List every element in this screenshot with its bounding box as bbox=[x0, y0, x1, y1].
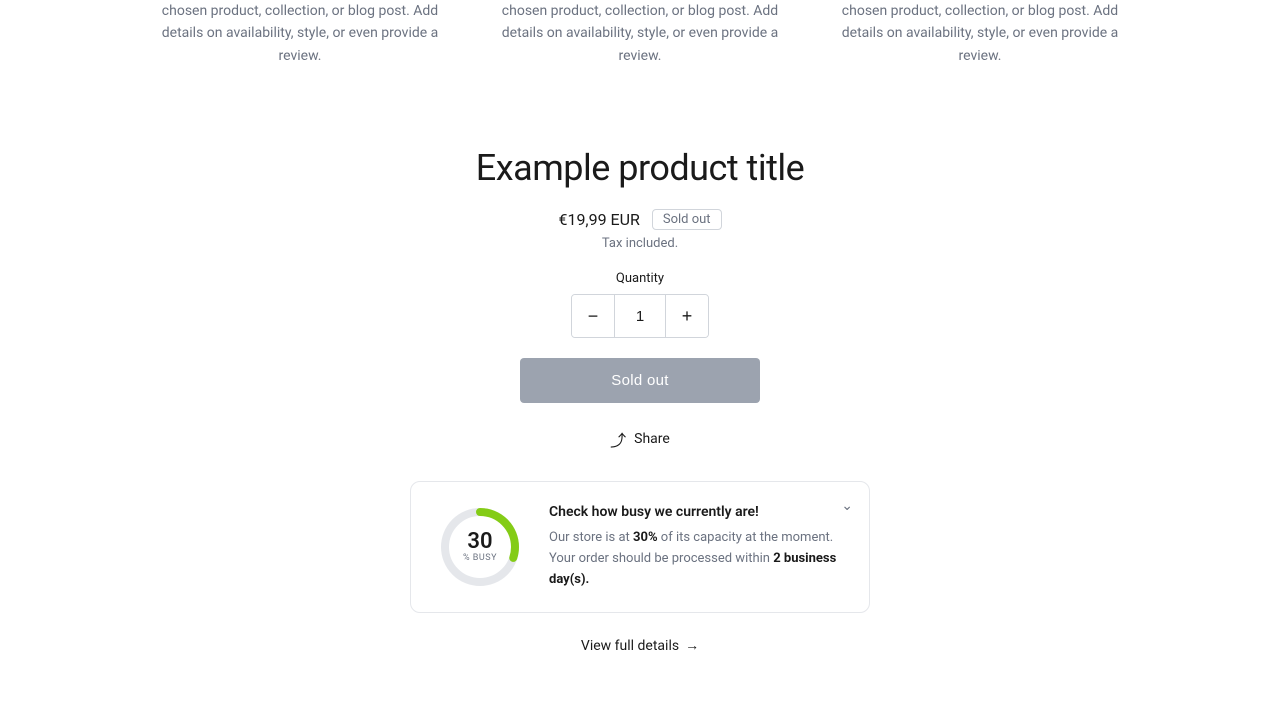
busy-percent-sub: % BUSY bbox=[463, 554, 497, 564]
quantity-input[interactable] bbox=[614, 295, 666, 337]
sold-out-badge: Sold out bbox=[652, 209, 722, 230]
busy-desc-prefix: Our store is at bbox=[549, 530, 633, 545]
donut-label: 30 % BUSY bbox=[463, 530, 497, 564]
decrease-quantity-button[interactable]: − bbox=[572, 295, 614, 337]
quantity-stepper[interactable]: − + bbox=[571, 294, 709, 338]
busy-desc-bold1: 30% bbox=[633, 530, 658, 545]
sold-out-button: Sold out bbox=[520, 358, 760, 403]
busy-text-content: Check how busy we currently are! Our sto… bbox=[549, 504, 845, 590]
description-col-3: chosen product, collection, or blog post… bbox=[810, 0, 1150, 67]
description-col-1: chosen product, collection, or blog post… bbox=[130, 0, 470, 67]
product-price: €19,99 EUR bbox=[558, 210, 639, 229]
product-title: Example product title bbox=[280, 147, 1000, 189]
quantity-label: Quantity bbox=[280, 271, 1000, 286]
description-text-3: chosen product, collection, or blog post… bbox=[830, 0, 1130, 67]
increase-quantity-button[interactable]: + bbox=[666, 295, 708, 337]
tax-included-text: Tax included. bbox=[280, 236, 1000, 251]
chevron-up-icon[interactable]: ⌄ bbox=[841, 498, 853, 514]
share-row[interactable]: ⤴ Share bbox=[280, 427, 1000, 451]
price-row: €19,99 EUR Sold out bbox=[280, 209, 1000, 230]
busy-widget-description: Our store is at 30% of its capacity at t… bbox=[549, 528, 845, 590]
busy-percent-number: 30 bbox=[463, 530, 497, 554]
view-full-details-label: View full details bbox=[581, 638, 679, 654]
share-icon: ⤴ bbox=[610, 427, 626, 451]
quantity-control: − + bbox=[280, 294, 1000, 338]
description-text-1: chosen product, collection, or blog post… bbox=[150, 0, 450, 67]
busy-donut-chart: 30 % BUSY bbox=[435, 502, 525, 592]
view-full-details-link[interactable]: View full details → bbox=[280, 637, 1000, 654]
top-description-section: chosen product, collection, or blog post… bbox=[0, 0, 1280, 107]
busy-widget-card: ⌄ 30 % BUSY Check how busy we currently … bbox=[410, 481, 870, 613]
arrow-right-icon: → bbox=[685, 637, 699, 654]
description-col-2: chosen product, collection, or blog post… bbox=[470, 0, 810, 67]
share-label: Share bbox=[634, 431, 670, 447]
product-section: Example product title €19,99 EUR Sold ou… bbox=[260, 107, 1020, 694]
busy-widget-title: Check how busy we currently are! bbox=[549, 504, 845, 520]
description-text-2: chosen product, collection, or blog post… bbox=[490, 0, 790, 67]
